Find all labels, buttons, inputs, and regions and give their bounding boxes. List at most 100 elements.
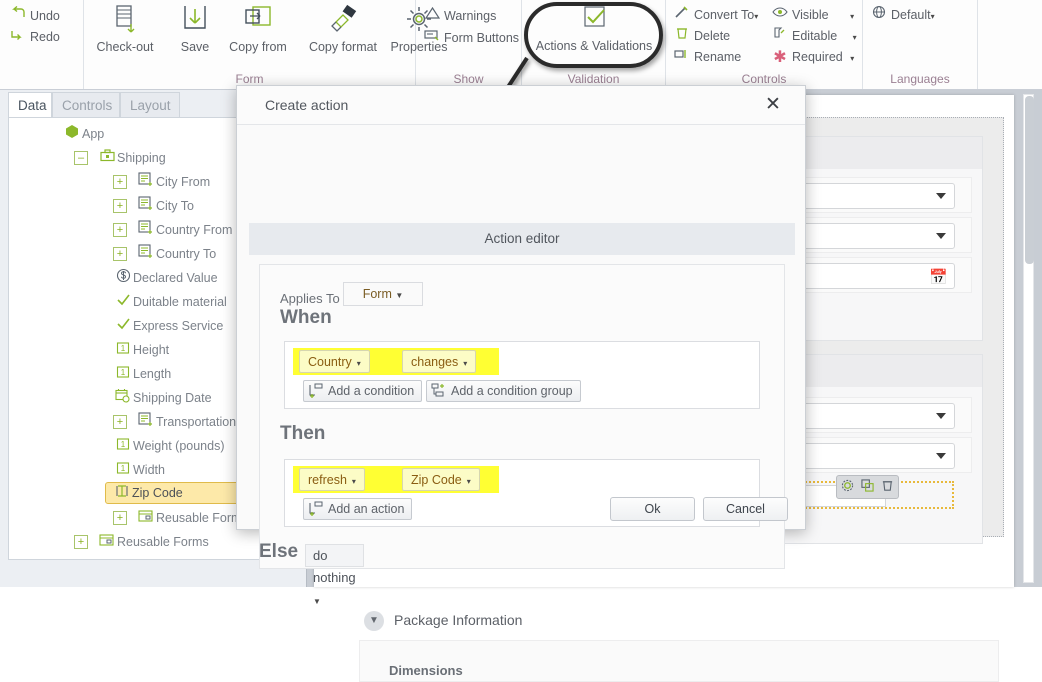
app-cube-icon <box>62 123 82 147</box>
tree-item-duitable-material[interactable]: Duitable material <box>113 290 227 314</box>
expand-toggle[interactable]: + <box>113 223 127 237</box>
tree-item-height[interactable]: 1 Height <box>113 338 169 362</box>
tree-item-city-from[interactable]: + City From <box>113 170 210 194</box>
scrollbar-thumb[interactable] <box>1025 96 1034 264</box>
tab-data[interactable]: Data <box>8 92 52 118</box>
actions-and-validations-button[interactable]: Actions & Validations <box>524 3 664 65</box>
form-vertical-scrollbar[interactable] <box>1023 94 1034 583</box>
copy-icon[interactable] <box>861 479 874 495</box>
copy-from-label: Copy from <box>229 40 287 54</box>
chevron-down-icon <box>936 413 946 419</box>
copy-from-icon <box>217 4 299 40</box>
create-action-dialog: Create action ✕ Action editor Applies To… <box>236 85 806 606</box>
add-an-action-button[interactable]: Add an action <box>303 498 413 520</box>
tab-controls[interactable]: Controls <box>52 92 120 118</box>
checkout-icon <box>90 4 160 40</box>
tree-item-label: Country To <box>156 247 217 261</box>
visible-button[interactable]: Visible ▾ <box>770 5 854 26</box>
warnings-label: Warnings <box>444 9 497 23</box>
add-a-condition-label: Add a condition <box>328 384 415 398</box>
then-action-chip[interactable]: refresh ▾ <box>299 468 365 491</box>
check-out-label: Check-out <box>96 40 154 54</box>
package-information-header[interactable]: ▼ Package Information <box>364 605 1004 639</box>
package-information-label: Package Information <box>394 612 523 628</box>
check-out-button[interactable]: Check-out <box>90 4 160 66</box>
else-select[interactable]: do nothing ▼ <box>305 544 364 606</box>
warnings-button[interactable]: Warnings <box>422 6 496 27</box>
tree-item-reusable-forms-child[interactable]: + Reusable Forms <box>113 506 248 530</box>
expand-toggle[interactable]: + <box>74 535 88 549</box>
tree-item-width[interactable]: 1 Width <box>113 458 165 482</box>
close-icon[interactable]: ✕ <box>761 93 785 117</box>
tab-layout[interactable]: Layout <box>120 92 180 118</box>
checkbox-check-icon <box>113 291 133 315</box>
tree-item-weight-pounds[interactable]: 1 Weight (pounds) <box>113 434 225 458</box>
when-heading: When <box>280 307 332 328</box>
tree-item-label: Weight (pounds) <box>133 439 225 453</box>
collapse-toggle[interactable]: – <box>74 151 88 165</box>
then-target-label: Zip Code <box>411 473 462 487</box>
ok-button[interactable]: Ok <box>610 497 695 521</box>
when-field-chip[interactable]: Country ▾ <box>299 350 370 373</box>
convert-to-button[interactable]: Convert To▾ <box>672 5 758 26</box>
tree-item-shipping[interactable]: – Shipping <box>74 146 166 171</box>
expand-toggle[interactable]: + <box>113 175 127 189</box>
when-operator-label: changes <box>411 355 459 369</box>
add-condition-group-icon <box>431 383 448 400</box>
convert-wand-icon <box>672 5 692 26</box>
field-quick-tools[interactable] <box>836 475 899 499</box>
expand-toggle[interactable]: + <box>113 247 127 261</box>
add-an-action-label: Add an action <box>328 502 405 516</box>
trash-icon <box>672 26 692 47</box>
redo-button[interactable]: Redo <box>8 27 60 48</box>
expand-toggle[interactable]: + <box>113 511 127 525</box>
tree-item-country-to[interactable]: + Country To <box>113 242 217 266</box>
form-buttons-icon <box>422 28 442 49</box>
copy-from-button[interactable]: Copy from <box>217 4 299 66</box>
trash-icon[interactable] <box>881 479 894 495</box>
when-operator-chip[interactable]: changes ▾ <box>402 350 477 373</box>
else-label: Else <box>259 541 299 562</box>
default-language-button[interactable]: Default▾ <box>869 5 935 26</box>
form-buttons-button[interactable]: Form Buttons <box>422 28 519 49</box>
tree-item-city-to[interactable]: + City To <box>113 194 194 218</box>
tree-item-country-from[interactable]: + Country From <box>113 218 232 242</box>
chevron-down-icon: ▾ <box>754 12 759 21</box>
ribbon-group-label-show: Show <box>453 72 484 86</box>
tree-item-declared-value[interactable]: Declared Value <box>113 266 218 290</box>
briefcase-icon <box>97 147 117 171</box>
undo-button[interactable]: Undo <box>8 5 60 27</box>
rename-button[interactable]: Rename <box>672 47 741 68</box>
required-button[interactable]: ✱ Required ▾ <box>770 47 854 68</box>
expand-toggle[interactable]: + <box>113 415 127 429</box>
copy-format-button[interactable]: Copy format <box>299 4 387 66</box>
chevron-down-icon[interactable]: ▼ <box>364 611 384 631</box>
tree-item-length[interactable]: 1 Length <box>113 362 171 386</box>
editable-pencil-icon <box>770 26 790 47</box>
add-action-icon <box>308 501 325 518</box>
delete-button[interactable]: Delete <box>672 26 730 47</box>
tree-item-label: Zip Code <box>132 486 183 500</box>
tree-item-reusable-forms-root[interactable]: + Reusable Forms <box>74 530 209 554</box>
add-a-condition-group-button[interactable]: Add a condition group <box>426 380 581 402</box>
tree-item-label: Shipping <box>117 151 166 165</box>
globe-icon <box>869 5 889 26</box>
add-a-condition-button[interactable]: Add a condition <box>303 380 423 402</box>
then-target-chip[interactable]: Zip Code ▾ <box>402 468 480 491</box>
chevron-down-icon: ▾ <box>930 12 935 21</box>
ribbon-group-languages: Default▾ Languages <box>863 0 978 89</box>
eye-icon <box>770 5 790 26</box>
gear-icon[interactable] <box>841 479 854 495</box>
editable-button[interactable]: Editable ▾ <box>770 26 857 47</box>
action-editor-card: Applies To Form ▼ When Country ▾ changes ▾… <box>259 264 785 569</box>
calendar-clock-icon <box>113 387 133 411</box>
cancel-button[interactable]: Cancel <box>703 497 788 521</box>
currency-icon <box>113 267 133 291</box>
tree-item-shipping-date[interactable]: Shipping Date <box>113 386 212 410</box>
tree-item-label: Height <box>133 343 170 357</box>
tree-item-express-service[interactable]: Express Service <box>113 314 223 338</box>
tree-item-app[interactable]: App <box>62 122 104 146</box>
expand-toggle[interactable]: + <box>113 199 127 213</box>
applies-to-select[interactable]: Form ▼ <box>343 282 423 306</box>
applies-to-row: Applies To Form ▼ <box>260 279 784 309</box>
